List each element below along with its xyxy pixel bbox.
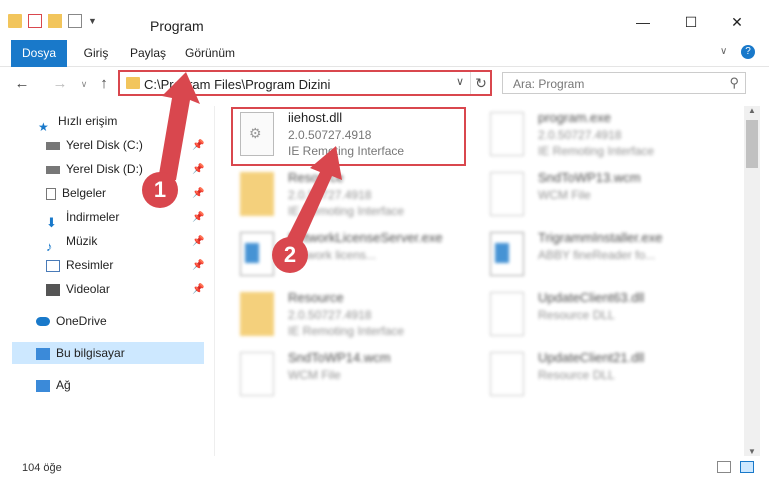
callout-2: 2	[272, 237, 308, 273]
arrow-1	[158, 72, 200, 180]
callout-1: 1	[142, 172, 178, 208]
annotation-overlay	[158, 72, 342, 248]
arrow-2	[286, 146, 342, 248]
